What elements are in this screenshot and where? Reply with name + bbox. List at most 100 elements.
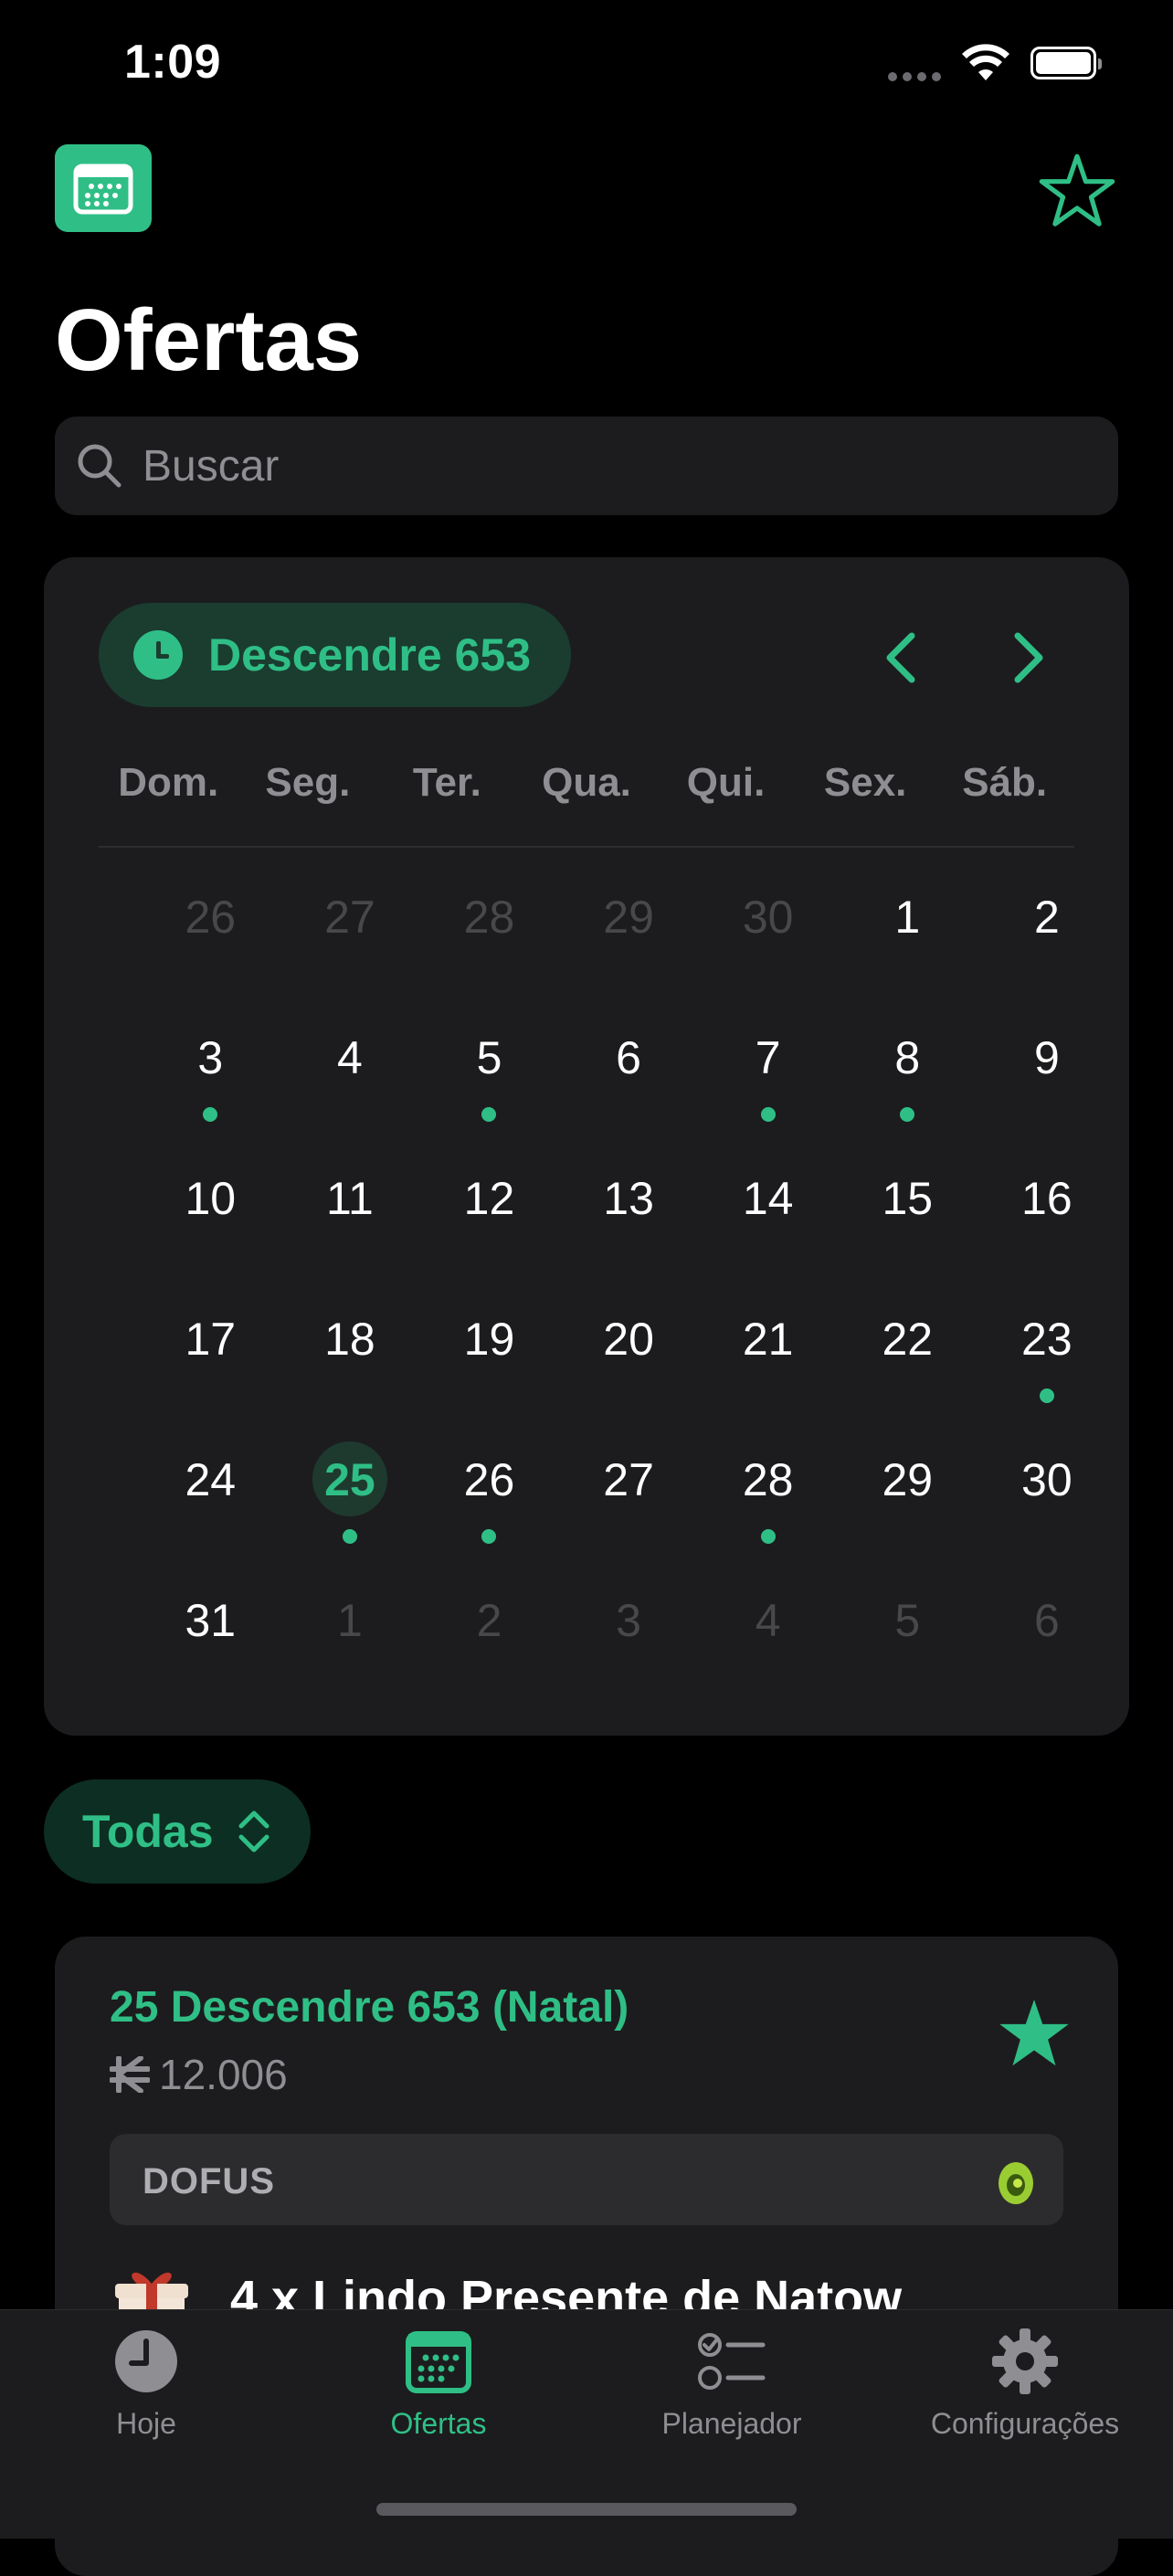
calendar-day[interactable]: 11: [280, 1147, 420, 1288]
calendar-day[interactable]: 5: [419, 1007, 559, 1147]
weekday-label: Qui.: [686, 760, 766, 805]
calendar-day[interactable]: 6: [559, 1007, 699, 1147]
calendar-day[interactable]: 4: [698, 1569, 838, 1710]
status-icons: [888, 44, 1102, 82]
day-number: 18: [324, 1314, 375, 1365]
calendar-day[interactable]: 5: [838, 1569, 978, 1710]
weekday-label: Dom.: [118, 760, 219, 805]
calendar-day[interactable]: 30: [978, 1429, 1117, 1569]
calendar-day[interactable]: 19: [419, 1288, 559, 1429]
checklist-icon: [698, 2333, 766, 2390]
clock-icon: [115, 2330, 177, 2392]
calendar-day[interactable]: 2: [978, 866, 1117, 1007]
calendar-day[interactable]: 21: [698, 1288, 838, 1429]
day-number: 3: [616, 1595, 641, 1646]
calendar-day-today[interactable]: 25: [280, 1429, 420, 1569]
game-header: DOFUS: [110, 2134, 1063, 2225]
calendar-day[interactable]: 10: [141, 1147, 280, 1288]
calendar-app-icon[interactable]: [55, 144, 152, 232]
tab-hoje[interactable]: Hoje: [18, 2327, 274, 2441]
calendar-day[interactable]: 14: [698, 1147, 838, 1288]
calendar-day[interactable]: 29: [559, 866, 699, 1007]
tab-ofertas[interactable]: Ofertas: [311, 2327, 566, 2441]
calendar-day[interactable]: 24: [141, 1429, 280, 1569]
calendar-day[interactable]: 7: [698, 1007, 838, 1147]
calendar-day[interactable]: 29: [838, 1429, 978, 1569]
day-number: 26: [463, 1454, 515, 1505]
calendar-day[interactable]: 3: [141, 1007, 280, 1147]
day-number: 27: [603, 1454, 654, 1505]
calendar-card: Descendre 653 Dom. Seg. Ter. Qua. Qui. S…: [44, 557, 1129, 1736]
day-number: 28: [742, 1454, 794, 1505]
day-number: 11: [325, 1173, 374, 1224]
previous-month-chevron-icon[interactable]: [866, 621, 939, 694]
calendar-day[interactable]: 31: [141, 1569, 280, 1710]
calendar-day[interactable]: 8: [838, 1007, 978, 1147]
tab-label: Planejador: [661, 2407, 802, 2440]
tab-configuracoes[interactable]: Configurações: [897, 2327, 1153, 2441]
day-number: 21: [742, 1314, 794, 1365]
cellular-signal-icon: [888, 45, 941, 81]
month-selector[interactable]: Descendre 653: [99, 603, 572, 707]
favorites-star-icon[interactable]: [1038, 152, 1116, 230]
day-number: 5: [894, 1595, 921, 1646]
day-number: 9: [1033, 1032, 1060, 1083]
calendar-icon: [73, 164, 133, 215]
search-input[interactable]: [141, 439, 1058, 492]
calendar-day[interactable]: 17: [141, 1288, 280, 1429]
kama-currency-icon: [110, 2056, 150, 2093]
offer-indicator-dot: [900, 1107, 915, 1122]
day-number: 8: [894, 1032, 921, 1083]
search-bar[interactable]: [55, 417, 1118, 515]
tab-planejador[interactable]: Planejador: [604, 2327, 860, 2441]
wifi-icon: [962, 44, 1009, 80]
calendar-icon: [406, 2331, 471, 2393]
gear-icon: [992, 2328, 1058, 2394]
day-number: 5: [476, 1032, 502, 1083]
calendar-day[interactable]: 20: [559, 1288, 699, 1429]
month-label: Descendre 653: [208, 629, 532, 681]
day-number: 19: [463, 1314, 515, 1365]
calendar-day[interactable]: 26: [141, 866, 280, 1007]
calendar-day[interactable]: 6: [978, 1569, 1117, 1710]
day-number: 3: [197, 1032, 224, 1083]
day-number: 7: [755, 1032, 781, 1083]
calendar-day[interactable]: 30: [698, 866, 838, 1007]
calendar-day[interactable]: 27: [280, 866, 420, 1007]
offer-indicator-dot: [481, 1529, 497, 1544]
calendar-day[interactable]: 27: [559, 1429, 699, 1569]
calendar-day[interactable]: 13: [559, 1147, 699, 1288]
calendar-day[interactable]: 2: [419, 1569, 559, 1710]
dofus-egg-icon: [999, 2162, 1033, 2204]
price-value: 12.006: [159, 2051, 288, 2098]
calendar-day[interactable]: 22: [838, 1288, 978, 1429]
calendar-day[interactable]: 15: [838, 1147, 978, 1288]
day-number: 30: [742, 892, 794, 943]
day-number: 4: [336, 1032, 363, 1083]
offer-price: 12.006: [110, 2050, 288, 2099]
offer-indicator-dot: [1039, 1388, 1054, 1403]
calendar-day[interactable]: 28: [419, 866, 559, 1007]
calendar-days-grid: 26 27 28 29 30 1 2 3 4 5 6 7 8 9 10 11 12 13 14 15 16 17 18 19 2…: [141, 866, 1104, 1710]
day-number: 2: [1033, 892, 1060, 943]
calendar-day[interactable]: 1: [280, 1569, 420, 1710]
favorite-star-icon[interactable]: [996, 1995, 1073, 2072]
day-number: 1: [894, 892, 921, 943]
weekday-label: Sex.: [823, 760, 907, 805]
calendar-day[interactable]: 28: [698, 1429, 838, 1569]
calendar-day[interactable]: 16: [978, 1147, 1117, 1288]
next-month-chevron-icon[interactable]: [990, 621, 1063, 694]
calendar-day[interactable]: 26: [419, 1429, 559, 1569]
calendar-day[interactable]: 12: [419, 1147, 559, 1288]
tab-label: Configurações: [930, 2407, 1120, 2440]
calendar-day[interactable]: 1: [838, 866, 978, 1007]
calendar-day[interactable]: 9: [978, 1007, 1117, 1147]
calendar-day[interactable]: 3: [559, 1569, 699, 1710]
calendar-day[interactable]: 4: [280, 1007, 420, 1147]
filter-selector[interactable]: Todas: [44, 1779, 311, 1884]
calendar-day[interactable]: 18: [280, 1288, 420, 1429]
offer-indicator-dot: [342, 1529, 357, 1544]
calendar-day[interactable]: 23: [978, 1288, 1117, 1429]
tab-label: Hoje: [116, 2407, 176, 2440]
up-down-chevron-icon: [238, 1811, 269, 1853]
